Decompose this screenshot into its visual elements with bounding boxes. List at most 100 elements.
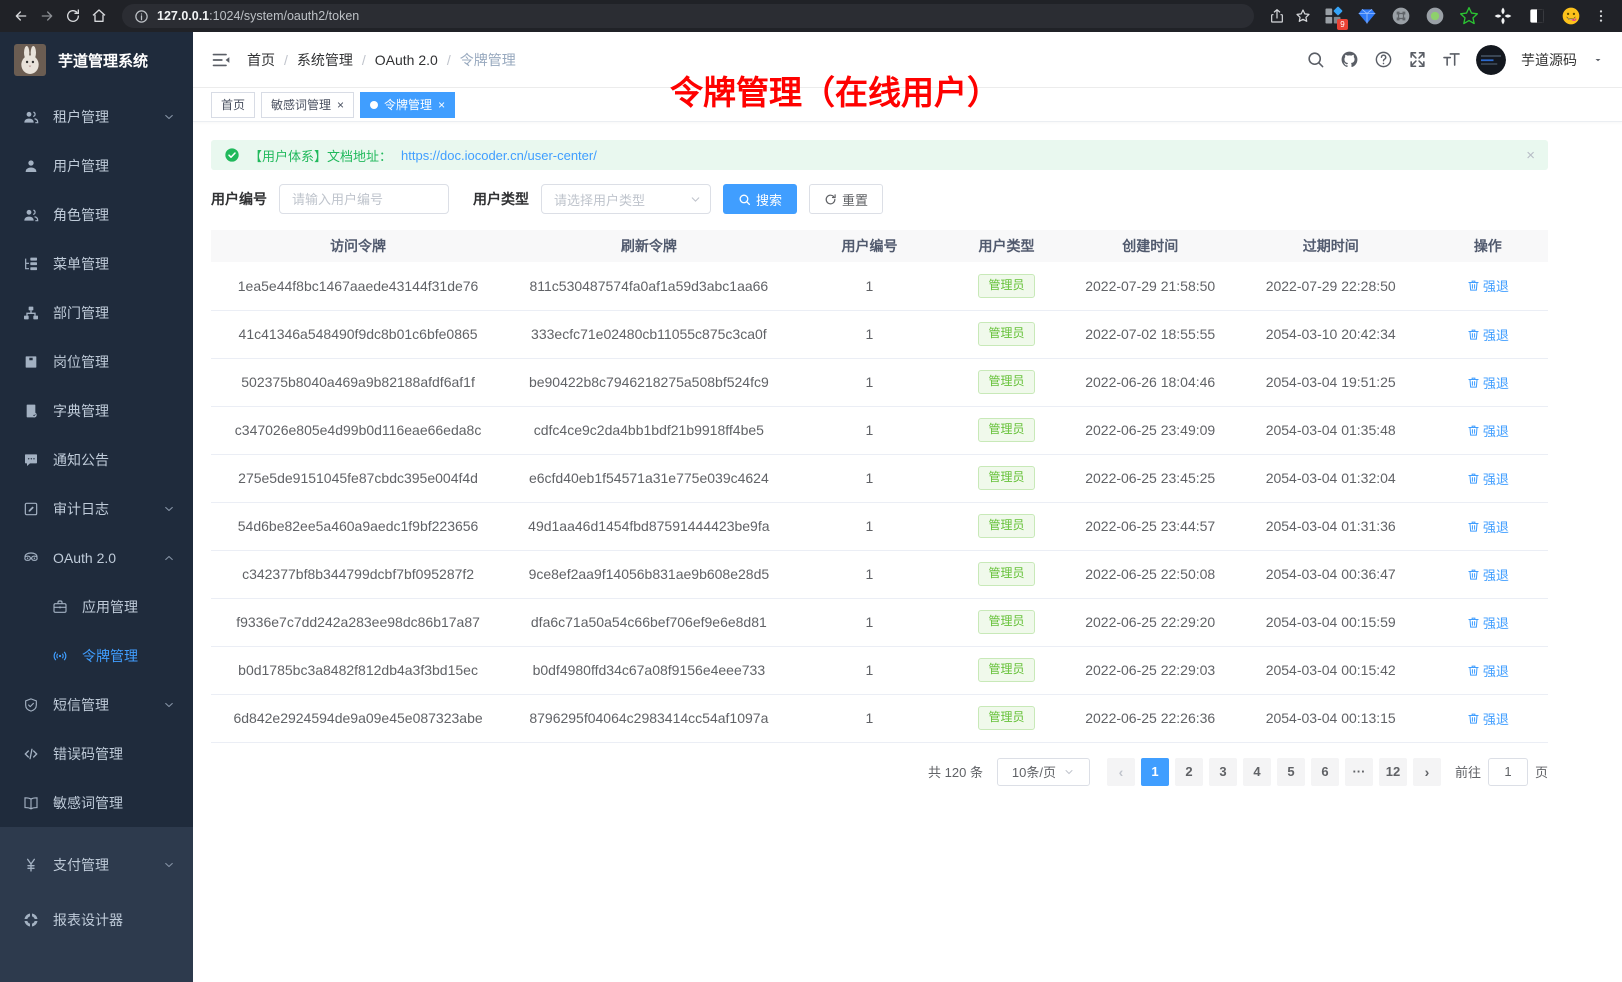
extension-record-icon[interactable] [1425,6,1445,26]
menu-icon [23,256,39,272]
sidebar-item-菜单管理[interactable]: 菜单管理 [0,239,193,288]
force-logout-button[interactable]: 强退 [1467,661,1509,680]
home-icon[interactable] [88,5,110,27]
page-button-1[interactable]: 1 [1141,758,1169,786]
user-type-cell: 管理员 [946,694,1066,742]
github-icon[interactable] [1340,50,1359,69]
search-button[interactable]: 搜索 [723,184,797,214]
sidebar-item-报表设计器[interactable]: 报表设计器 [0,892,193,947]
app-logo[interactable]: 芋道管理系统 [0,32,193,88]
sidebar-item-字典管理[interactable]: 字典管理 [0,386,193,435]
app-title: 芋道管理系统 [58,50,148,71]
page-button-5[interactable]: 5 [1277,758,1305,786]
refresh-token-cell: 49d1aa46d1454fbd87591444423be9fa [505,502,792,550]
browser-menu-icon[interactable] [1590,5,1612,27]
sidebar-item-岗位管理[interactable]: 岗位管理 [0,337,193,386]
sidebar-item-令牌管理[interactable]: 令牌管理 [0,631,193,680]
sidebar-item-OAuth 2.0[interactable]: OAuth 2.0 [0,533,193,582]
fullscreen-icon[interactable] [1408,50,1427,69]
force-logout-button[interactable]: 强退 [1467,373,1509,392]
force-logout-button[interactable]: 强退 [1467,517,1509,536]
reload-icon[interactable] [62,5,84,27]
force-logout-button[interactable]: 强退 [1467,613,1509,632]
dict-icon [23,403,39,419]
user-type-select[interactable]: 请选择用户类型 [541,184,711,214]
bookmark-star-icon[interactable] [1292,5,1314,27]
extension-gem-icon[interactable] [1357,6,1377,26]
close-icon[interactable]: × [438,99,445,111]
chevron-down-icon[interactable] [1592,54,1604,66]
tab-敏感词管理[interactable]: 敏感词管理× [261,92,354,118]
trash-icon [1467,424,1480,437]
address-bar[interactable]: 127.0.0.1:1024/system/oauth2/token [122,4,1254,28]
page-size-select[interactable]: 10条/页 [997,758,1090,786]
breadcrumb-oauth[interactable]: OAuth 2.0 [375,52,438,68]
table-row: 1ea5e44f8bc1467aaede43144f31de76811c5304… [211,262,1548,310]
doc-link[interactable]: https://doc.iocoder.cn/user-center/ [401,148,597,163]
sidebar-item-label: 用户管理 [53,156,109,176]
avatar[interactable] [1476,45,1506,75]
more-pages-button[interactable]: ··· [1345,758,1373,786]
user-type-badge: 管理员 [978,562,1034,586]
force-logout-button[interactable]: 强退 [1467,276,1509,295]
sidebar-item-通知公告[interactable]: 通知公告 [0,435,193,484]
sidebar-item-label: OAuth 2.0 [53,550,116,566]
table-row: c342377bf8b344799dcbf7bf095287f29ce8ef2a… [211,550,1548,598]
close-icon[interactable]: × [337,99,344,111]
sidebar-item-错误码管理[interactable]: 错误码管理 [0,729,193,778]
table-row: f9336e7c7dd242a283ee98dc86b17a87dfa6c71a… [211,598,1548,646]
extension-split-icon[interactable] [1527,6,1547,26]
extension-command-icon[interactable] [1391,6,1411,26]
extension-emoji-icon[interactable] [1561,6,1581,26]
sidebar-item-label: 应用管理 [82,597,138,617]
tab-首页[interactable]: 首页 [211,92,255,118]
sidebar-item-租户管理[interactable]: 租户管理 [0,92,193,141]
app-icon [52,599,68,615]
page-button-3[interactable]: 3 [1209,758,1237,786]
forward-icon[interactable] [36,5,58,27]
sidebar-item-label: 通知公告 [53,450,109,470]
extension-pinwheel-icon[interactable] [1493,6,1513,26]
reset-button[interactable]: 重置 [809,184,883,214]
font-size-icon[interactable] [1442,50,1461,69]
sidebar-item-用户管理[interactable]: 用户管理 [0,141,193,190]
site-info-icon[interactable] [134,9,149,24]
sidebar-item-label: 审计日志 [53,499,109,519]
sidebar-item-敏感词管理[interactable]: 敏感词管理 [0,778,193,827]
breadcrumb-system[interactable]: 系统管理 [297,50,353,70]
extension-star-icon[interactable] [1459,6,1479,26]
refresh-token-cell: b0df4980ffd34c67a08f9156e4eee733 [505,646,792,694]
page-button-2[interactable]: 2 [1175,758,1203,786]
back-icon[interactable] [10,5,32,27]
sidebar: 芋道管理系统 租户管理用户管理角色管理菜单管理部门管理岗位管理字典管理通知公告审… [0,32,193,982]
tab-令牌管理[interactable]: 令牌管理× [360,92,455,118]
next-page-button[interactable]: › [1413,758,1441,786]
user-name[interactable]: 芋道源码 [1521,50,1577,70]
force-logout-button[interactable]: 强退 [1467,709,1509,728]
search-icon[interactable] [1306,50,1325,69]
share-icon[interactable] [1266,5,1288,27]
page-button-6[interactable]: 6 [1311,758,1339,786]
force-logout-button[interactable]: 强退 [1467,469,1509,488]
sidebar-item-应用管理[interactable]: 应用管理 [0,582,193,631]
force-logout-button[interactable]: 强退 [1467,421,1509,440]
sidebar-item-角色管理[interactable]: 角色管理 [0,190,193,239]
force-logout-button[interactable]: 强退 [1467,325,1509,344]
breadcrumb-home[interactable]: 首页 [247,50,275,70]
sidebar-item-短信管理[interactable]: 短信管理 [0,680,193,729]
help-icon[interactable] [1374,50,1393,69]
goto-page-input[interactable] [1488,758,1528,786]
force-logout-button[interactable]: 强退 [1467,565,1509,584]
sidebar-item-部门管理[interactable]: 部门管理 [0,288,193,337]
sidebar-item-支付管理[interactable]: 支付管理 [0,837,193,892]
sidebar-item-审计日志[interactable]: 审计日志 [0,484,193,533]
sidebar-collapse-icon[interactable] [211,50,231,70]
prev-page-button[interactable]: ‹ [1107,758,1135,786]
extension-grid-icon[interactable]: 9 [1323,6,1343,26]
page-button-4[interactable]: 4 [1243,758,1271,786]
page-button-12[interactable]: 12 [1379,758,1407,786]
create-time-cell: 2022-07-02 18:55:55 [1067,310,1234,358]
user-id-input[interactable] [279,184,449,214]
close-icon[interactable]: × [1526,148,1535,163]
sidebar-item-label: 短信管理 [53,695,109,715]
